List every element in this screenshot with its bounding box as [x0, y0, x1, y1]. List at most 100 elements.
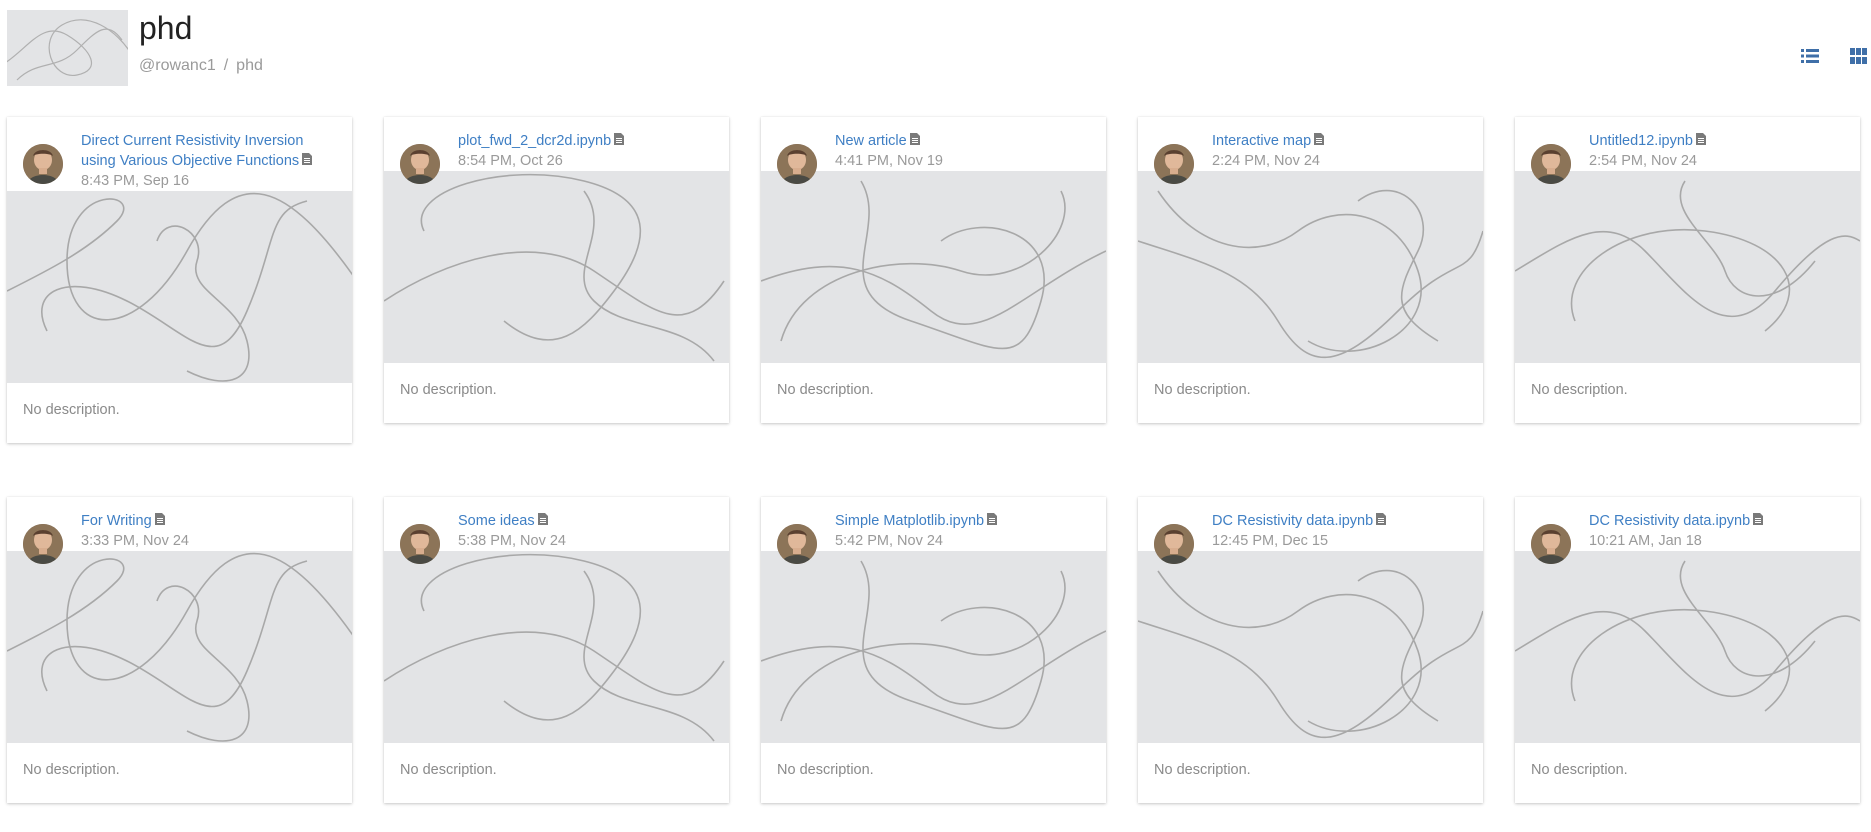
- card-header: Some ideas 5:38 PM, Nov 24: [384, 497, 729, 564]
- card-title[interactable]: DC Resistivity data.ipynb: [1589, 511, 1846, 531]
- article-card[interactable]: Interactive map 2:24 PM, Nov 24 No descr…: [1138, 117, 1483, 423]
- card-description: No description.: [1531, 762, 1628, 778]
- card-header: Interactive map 2:24 PM, Nov 24: [1138, 117, 1483, 184]
- article-card[interactable]: Direct Current Resistivity Inversion usi…: [7, 117, 352, 443]
- avatar[interactable]: [777, 144, 817, 184]
- card-header: plot_fwd_2_dcr2d.ipynb 8:54 PM, Oct 26: [384, 117, 729, 184]
- avatar[interactable]: [1154, 144, 1194, 184]
- card-thumbnail[interactable]: [761, 551, 1106, 743]
- card-title-text[interactable]: plot_fwd_2_dcr2d.ipynb: [458, 133, 611, 149]
- card-thumbnail[interactable]: [384, 171, 729, 363]
- card-title-text[interactable]: Untitled12.ipynb: [1589, 133, 1693, 149]
- grid-view-button[interactable]: [1847, 46, 1869, 66]
- list-view-button[interactable]: [1799, 46, 1821, 66]
- grid-icon: [1849, 48, 1867, 64]
- article-card[interactable]: Simple Matplotlib.ipynb 5:42 PM, Nov 24 …: [761, 497, 1106, 803]
- card-date: 3:33 PM, Nov 24: [81, 533, 189, 549]
- card-title-text[interactable]: Direct Current Resistivity Inversion usi…: [81, 133, 303, 169]
- project-header: phd @rowanc1 / phd: [7, 10, 1867, 86]
- document-icon: [987, 513, 998, 525]
- avatar[interactable]: [400, 144, 440, 184]
- card-title[interactable]: Interactive map: [1212, 131, 1469, 151]
- card-title-text[interactable]: For Writing: [81, 513, 152, 529]
- list-icon: [1801, 49, 1819, 63]
- breadcrumb-user[interactable]: @rowanc1: [139, 57, 216, 74]
- page-title: phd: [139, 10, 193, 46]
- card-description: No description.: [777, 382, 874, 398]
- card-header: Simple Matplotlib.ipynb 5:42 PM, Nov 24: [761, 497, 1106, 564]
- card-description: No description.: [400, 762, 497, 778]
- article-card[interactable]: Untitled12.ipynb 2:54 PM, Nov 24 No desc…: [1515, 117, 1860, 423]
- avatar[interactable]: [400, 524, 440, 564]
- card-description: No description.: [1531, 382, 1628, 398]
- project-thumbnail: [7, 10, 128, 86]
- card-date: 2:24 PM, Nov 24: [1212, 153, 1320, 169]
- document-icon: [537, 513, 548, 525]
- card-description: No description.: [1154, 382, 1251, 398]
- breadcrumb: @rowanc1 / phd: [139, 56, 263, 76]
- article-card[interactable]: New article 4:41 PM, Nov 19 No descripti…: [761, 117, 1106, 423]
- card-title[interactable]: Some ideas: [458, 511, 715, 531]
- card-title[interactable]: New article: [835, 131, 1092, 151]
- avatar[interactable]: [1531, 524, 1571, 564]
- document-icon: [302, 153, 313, 165]
- card-date: 2:54 PM, Nov 24: [1589, 153, 1697, 169]
- card-title[interactable]: For Writing: [81, 511, 338, 531]
- article-card[interactable]: For Writing 3:33 PM, Nov 24 No descripti…: [7, 497, 352, 803]
- avatar[interactable]: [1531, 144, 1571, 184]
- article-card[interactable]: Some ideas 5:38 PM, Nov 24 No descriptio…: [384, 497, 729, 803]
- card-description: No description.: [23, 402, 120, 418]
- card-title[interactable]: plot_fwd_2_dcr2d.ipynb: [458, 131, 715, 151]
- document-icon: [154, 513, 165, 525]
- card-title[interactable]: DC Resistivity data.ipynb: [1212, 511, 1469, 531]
- avatar[interactable]: [1154, 524, 1194, 564]
- card-thumbnail[interactable]: [1138, 171, 1483, 363]
- card-thumbnail[interactable]: [1515, 171, 1860, 363]
- card-date: 10:21 AM, Jan 18: [1589, 533, 1702, 549]
- card-date: 5:38 PM, Nov 24: [458, 533, 566, 549]
- card-thumbnail[interactable]: [761, 171, 1106, 363]
- card-description: No description.: [23, 762, 120, 778]
- card-date: 8:54 PM, Oct 26: [458, 153, 563, 169]
- article-card[interactable]: DC Resistivity data.ipynb 12:45 PM, Dec …: [1138, 497, 1483, 803]
- card-title[interactable]: Direct Current Resistivity Inversion usi…: [81, 131, 338, 171]
- breadcrumb-separator: /: [223, 57, 229, 74]
- article-card[interactable]: plot_fwd_2_dcr2d.ipynb 8:54 PM, Oct 26 N…: [384, 117, 729, 423]
- card-description: No description.: [1154, 762, 1251, 778]
- card-title[interactable]: Simple Matplotlib.ipynb: [835, 511, 1092, 531]
- card-header: Untitled12.ipynb 2:54 PM, Nov 24: [1515, 117, 1860, 184]
- card-date: 5:42 PM, Nov 24: [835, 533, 943, 549]
- card-date: 4:41 PM, Nov 19: [835, 153, 943, 169]
- card-thumbnail[interactable]: [7, 191, 352, 383]
- card-title-text[interactable]: Interactive map: [1212, 133, 1311, 149]
- card-header: DC Resistivity data.ipynb 10:21 AM, Jan …: [1515, 497, 1860, 564]
- card-header: DC Resistivity data.ipynb 12:45 PM, Dec …: [1138, 497, 1483, 564]
- document-icon: [1314, 133, 1325, 145]
- card-title-text[interactable]: DC Resistivity data.ipynb: [1589, 513, 1750, 529]
- card-thumbnail[interactable]: [1138, 551, 1483, 743]
- card-date: 12:45 PM, Dec 15: [1212, 533, 1329, 549]
- document-icon: [1753, 513, 1764, 525]
- avatar[interactable]: [777, 524, 817, 564]
- card-header: Direct Current Resistivity Inversion usi…: [7, 117, 352, 191]
- card-description: No description.: [400, 382, 497, 398]
- avatar[interactable]: [23, 524, 63, 564]
- avatar[interactable]: [23, 144, 63, 184]
- card-thumbnail[interactable]: [7, 551, 352, 743]
- document-icon: [1696, 133, 1706, 145]
- card-title-text[interactable]: Simple Matplotlib.ipynb: [835, 513, 984, 529]
- card-date: 8:43 PM, Sep 16: [81, 173, 190, 189]
- card-title-text[interactable]: New article: [835, 133, 907, 149]
- card-title-text[interactable]: DC Resistivity data.ipynb: [1212, 513, 1373, 529]
- card-thumbnail[interactable]: [384, 551, 729, 743]
- card-description: No description.: [777, 762, 874, 778]
- breadcrumb-project[interactable]: phd: [236, 57, 263, 74]
- article-card[interactable]: DC Resistivity data.ipynb 10:21 AM, Jan …: [1515, 497, 1860, 803]
- document-icon: [1376, 513, 1387, 525]
- card-title[interactable]: Untitled12.ipynb: [1589, 131, 1846, 151]
- card-header: For Writing 3:33 PM, Nov 24: [7, 497, 352, 564]
- document-icon: [614, 133, 625, 145]
- card-title-text[interactable]: Some ideas: [458, 513, 535, 529]
- card-thumbnail[interactable]: [1515, 551, 1860, 743]
- document-icon: [909, 133, 920, 145]
